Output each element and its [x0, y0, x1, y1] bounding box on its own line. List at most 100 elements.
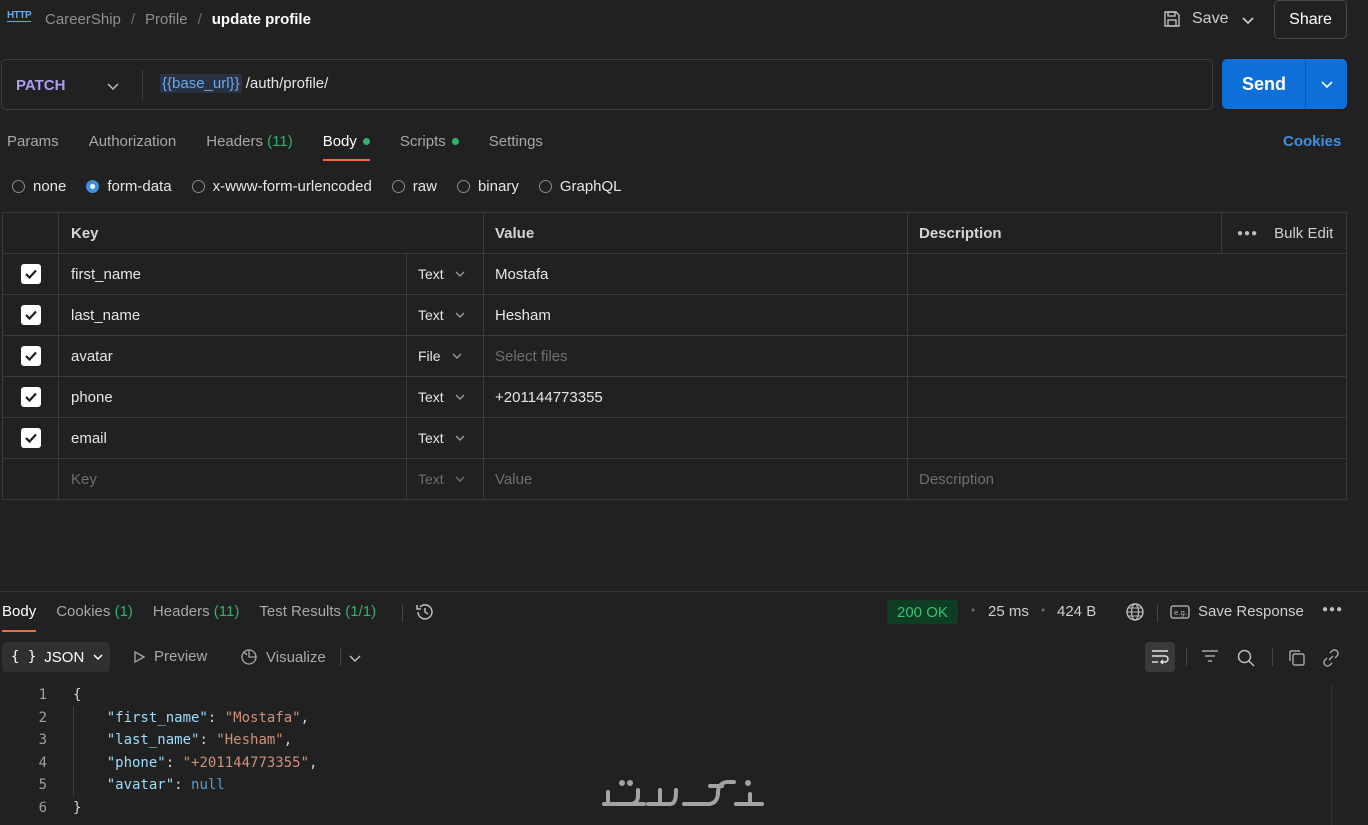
filter-icon[interactable] — [1200, 648, 1220, 666]
url-input[interactable]: {{base_url}} /auth/profile/ — [160, 74, 328, 93]
save-response-button[interactable]: e.g. Save Response — [1170, 603, 1304, 620]
row-checkbox[interactable] — [20, 264, 41, 284]
link-icon[interactable] — [1321, 648, 1341, 668]
radio-urlencoded[interactable]: x-www-form-urlencoded — [191, 178, 372, 195]
radio-form-data[interactable]: form-data — [86, 178, 172, 195]
code-text: "last_name": "Hesham", — [106, 732, 293, 748]
format-select[interactable]: { } JSON — [2, 642, 110, 672]
history-icon[interactable] — [414, 601, 436, 623]
tab-authorization-label: Authorization — [88, 133, 177, 150]
description-input[interactable] — [908, 377, 1346, 417]
description-input[interactable] — [908, 336, 1346, 376]
code-scrollbar[interactable] — [1331, 683, 1342, 825]
response-time[interactable]: 25 ms — [988, 603, 1029, 620]
toolbar-separator — [402, 604, 403, 622]
search-icon[interactable] — [1236, 648, 1256, 668]
share-button[interactable]: Share — [1274, 0, 1347, 39]
preview-button[interactable]: Preview — [132, 648, 207, 665]
file-select-input[interactable]: Select files — [484, 336, 908, 376]
tab-scripts[interactable]: Scripts — [400, 133, 459, 161]
chevron-down-icon — [455, 394, 465, 400]
tab-body-label: Body — [322, 133, 357, 150]
tab-params[interactable]: Params — [7, 133, 59, 161]
new-type-select[interactable]: Text — [407, 459, 484, 499]
response-tab-headers[interactable]: Headers (11) — [153, 603, 239, 632]
key-input[interactable]: last_name — [59, 295, 407, 335]
new-key-input[interactable]: Key — [59, 459, 407, 499]
breadcrumb-folder[interactable]: Profile — [145, 11, 188, 28]
more-options-icon[interactable]: ●●● — [1237, 228, 1258, 239]
response-size[interactable]: 424 B — [1057, 603, 1096, 620]
value-input[interactable] — [484, 418, 908, 458]
save-options-chevron-icon[interactable] — [1240, 12, 1256, 28]
table-row: avatar File Select files — [3, 336, 1346, 377]
visualize-button[interactable]: Visualize — [240, 648, 326, 666]
method-select[interactable]: PATCH — [16, 77, 65, 94]
radio-raw[interactable]: raw — [391, 178, 437, 195]
row-checkbox[interactable] — [20, 346, 41, 366]
radio-circle — [86, 180, 100, 193]
response-tab-cookies-label: Cookies — [56, 603, 111, 620]
type-select[interactable]: File — [407, 336, 484, 376]
visualize-label: Visualize — [266, 648, 326, 666]
new-value-input[interactable]: Value — [484, 459, 908, 499]
description-input[interactable] — [908, 254, 1346, 294]
url-variable[interactable]: {{base_url}} — [160, 74, 242, 93]
radio-graphql[interactable]: GraphQL — [538, 178, 622, 195]
column-header-description: Description — [908, 213, 1222, 253]
table-row: last_name Text Hesham — [3, 295, 1346, 336]
url-bar: PATCH {{base_url}} /auth/profile/ — [1, 59, 1213, 110]
response-tab-cookies[interactable]: Cookies (1) — [56, 603, 133, 632]
checkmark-icon — [24, 433, 37, 444]
type-select[interactable]: Text — [407, 418, 484, 458]
key-input[interactable]: email — [59, 418, 407, 458]
row-checkbox[interactable] — [20, 305, 41, 325]
tab-headers[interactable]: Headers (11) — [206, 133, 292, 161]
row-check-cell — [3, 254, 59, 294]
type-select[interactable]: Text — [407, 377, 484, 417]
value-input[interactable]: Mostafa — [484, 254, 908, 294]
tab-authorization[interactable]: Authorization — [89, 133, 177, 161]
type-select[interactable]: Text — [407, 254, 484, 294]
response-cookies-count: (1) — [114, 603, 133, 620]
radio-label: x-www-form-urlencoded — [212, 178, 372, 195]
row-checkbox[interactable] — [20, 428, 41, 448]
description-input[interactable] — [908, 295, 1346, 335]
wrap-lines-button[interactable] — [1145, 642, 1175, 672]
row-check-cell — [3, 459, 59, 499]
save-button[interactable]: Save — [1162, 9, 1228, 29]
new-description-input[interactable]: Description — [908, 459, 1346, 499]
tab-body[interactable]: Body — [322, 133, 371, 161]
bulk-edit-button[interactable]: ●●● Bulk Edit — [1222, 213, 1346, 253]
key-input[interactable]: first_name — [59, 254, 407, 294]
save-label: Save — [1192, 10, 1229, 27]
request-name[interactable]: update profile — [212, 11, 311, 28]
more-options-icon[interactable]: ●●● — [1322, 604, 1343, 615]
method-chevron-down-icon[interactable] — [106, 79, 120, 93]
radio-binary[interactable]: binary — [456, 178, 519, 195]
key-input[interactable]: phone — [59, 377, 407, 417]
response-divider[interactable] — [0, 591, 1368, 592]
cookies-link[interactable]: Cookies — [1283, 133, 1341, 150]
code-text: { — [73, 687, 82, 703]
value-input[interactable]: Hesham — [484, 295, 908, 335]
tab-settings[interactable]: Settings — [489, 133, 543, 161]
description-input[interactable] — [908, 418, 1346, 458]
svg-text:e.g.: e.g. — [1174, 609, 1187, 617]
row-checkbox[interactable] — [20, 387, 41, 407]
copy-icon[interactable] — [1287, 648, 1307, 668]
radio-none[interactable]: none — [12, 178, 66, 195]
key-input[interactable]: avatar — [59, 336, 407, 376]
type-select[interactable]: Text — [407, 295, 484, 335]
radio-label: binary — [477, 178, 519, 195]
response-tab-tests[interactable]: Test Results (1/1) — [259, 603, 376, 632]
send-button[interactable]: Send — [1222, 59, 1347, 109]
value-input[interactable]: +201144773355 — [484, 377, 908, 417]
send-options-chevron-icon[interactable] — [1320, 77, 1334, 91]
chevron-down-icon[interactable] — [348, 651, 362, 665]
globe-icon[interactable] — [1125, 602, 1145, 622]
status-badge[interactable]: 200 OK — [887, 600, 958, 624]
response-tab-body[interactable]: Body — [2, 603, 37, 632]
save-icon — [1164, 11, 1180, 27]
breadcrumb-collection[interactable]: CareerShip — [45, 11, 121, 28]
